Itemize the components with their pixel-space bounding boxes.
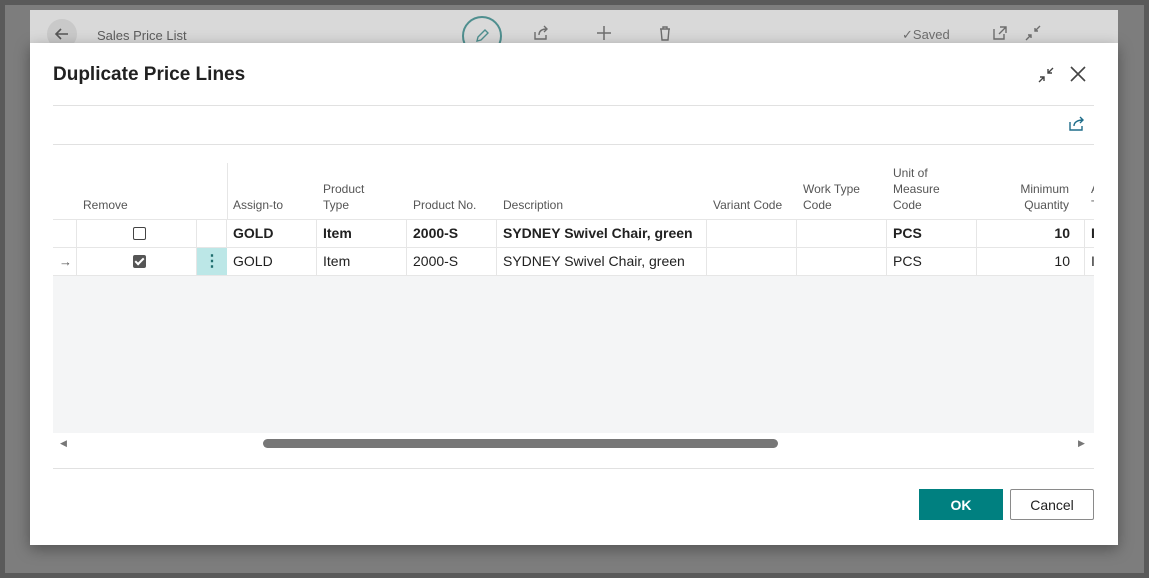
row-marker-cell — [53, 220, 77, 247]
background-page-title: Sales Price List — [97, 28, 187, 43]
remove-cell — [77, 248, 197, 275]
partial-cell[interactable]: I — [1085, 220, 1094, 247]
assign-to-cell[interactable]: GOLD — [227, 220, 317, 247]
row-arrow-icon: → — [59, 254, 72, 269]
minimum-quantity-cell[interactable]: 10 — [977, 248, 1085, 275]
grid-header: Remove Assign-to Product Type Product No… — [53, 163, 1094, 219]
table-row-selected[interactable]: → ⋮ GOLD Item 2000-S SYDNEY Swivel Chair… — [53, 247, 1094, 276]
product-no-cell[interactable]: 2000-S — [407, 248, 497, 275]
minimum-quantity-cell[interactable]: 10 — [977, 220, 1085, 247]
unit-of-measure-cell[interactable]: PCS — [887, 220, 977, 247]
horizontal-scrollbar-thumb[interactable] — [263, 439, 778, 448]
column-header-variant-code[interactable]: Variant Code — [713, 197, 782, 213]
column-header-uom-line1: Unit of — [893, 166, 928, 180]
column-header-unit-of-measure-code[interactable]: Unit of Measure Code — [893, 165, 940, 213]
saved-status: ✓Saved — [902, 27, 950, 42]
scroll-left-arrow-icon[interactable]: ◀ — [60, 438, 67, 449]
close-icon[interactable] — [1068, 64, 1088, 84]
column-divider — [227, 163, 228, 219]
collapse-icon — [1025, 25, 1041, 41]
remove-checkbox[interactable] — [133, 255, 146, 268]
collapse-dialog-icon[interactable] — [1036, 65, 1056, 85]
divider — [53, 468, 1094, 469]
scroll-right-arrow-icon[interactable]: ▶ — [1078, 438, 1085, 449]
remove-checkbox[interactable] — [133, 227, 146, 240]
column-header-product-type-line2: Type — [323, 198, 350, 212]
share-icon — [533, 25, 549, 41]
column-header-min-qty-line2: Quantity — [1024, 198, 1069, 212]
product-no-cell[interactable]: 2000-S — [407, 220, 497, 247]
column-header-partial-line2: T — [1091, 197, 1094, 213]
table-row[interactable]: GOLD Item 2000-S SYDNEY Swivel Chair, gr… — [53, 219, 1094, 247]
divider — [53, 144, 1094, 145]
column-header-work-type-line2: Code — [803, 198, 832, 212]
row-menu-icon[interactable]: ⋮ — [197, 248, 227, 275]
column-header-work-type-code[interactable]: Work Type Code — [803, 181, 860, 213]
ok-button[interactable]: OK — [919, 489, 1003, 520]
variant-code-cell[interactable] — [707, 248, 797, 275]
column-header-remove[interactable]: Remove — [83, 197, 128, 213]
assign-to-cell[interactable]: GOLD — [227, 248, 317, 275]
product-type-cell[interactable]: Item — [317, 220, 407, 247]
divider — [53, 105, 1094, 106]
delete-icon — [658, 25, 672, 41]
column-header-partial[interactable]: A T — [1091, 181, 1094, 213]
duplicate-price-lines-dialog: Duplicate Price Lines Remove Assign-to P… — [30, 43, 1118, 545]
price-lines-grid: Remove Assign-to Product Type Product No… — [53, 163, 1094, 433]
column-header-product-no[interactable]: Product No. — [413, 197, 476, 213]
column-header-product-type-line1: Product — [323, 182, 365, 196]
column-header-description[interactable]: Description — [503, 197, 563, 213]
dialog-title: Duplicate Price Lines — [53, 64, 246, 85]
cancel-button[interactable]: Cancel — [1010, 489, 1094, 520]
work-type-code-cell[interactable] — [797, 220, 887, 247]
column-header-partial-line1: A — [1091, 181, 1094, 197]
row-marker-cell: → — [53, 248, 77, 275]
work-type-code-cell[interactable] — [797, 248, 887, 275]
column-header-product-type[interactable]: Product Type — [323, 181, 364, 213]
share-icon[interactable] — [1068, 116, 1088, 134]
remove-cell — [77, 220, 197, 247]
column-header-min-qty-line1: Minimum — [1020, 182, 1069, 196]
description-cell[interactable]: SYDNEY Swivel Chair, green — [497, 220, 707, 247]
column-header-assign-to[interactable]: Assign-to — [233, 197, 283, 213]
add-icon — [596, 25, 612, 41]
column-header-uom-line3: Code — [893, 198, 922, 212]
row-menu-cell — [197, 220, 227, 247]
description-cell[interactable]: SYDNEY Swivel Chair, green — [497, 248, 707, 275]
column-header-uom-line2: Measure — [893, 182, 940, 196]
variant-code-cell[interactable] — [707, 220, 797, 247]
open-new-window-icon — [992, 25, 1008, 41]
unit-of-measure-cell[interactable]: PCS — [887, 248, 977, 275]
product-type-cell[interactable]: Item — [317, 248, 407, 275]
column-header-work-type-line1: Work Type — [803, 182, 860, 196]
partial-cell[interactable]: I — [1085, 248, 1094, 275]
column-header-minimum-quantity[interactable]: Minimum Quantity — [997, 181, 1069, 213]
